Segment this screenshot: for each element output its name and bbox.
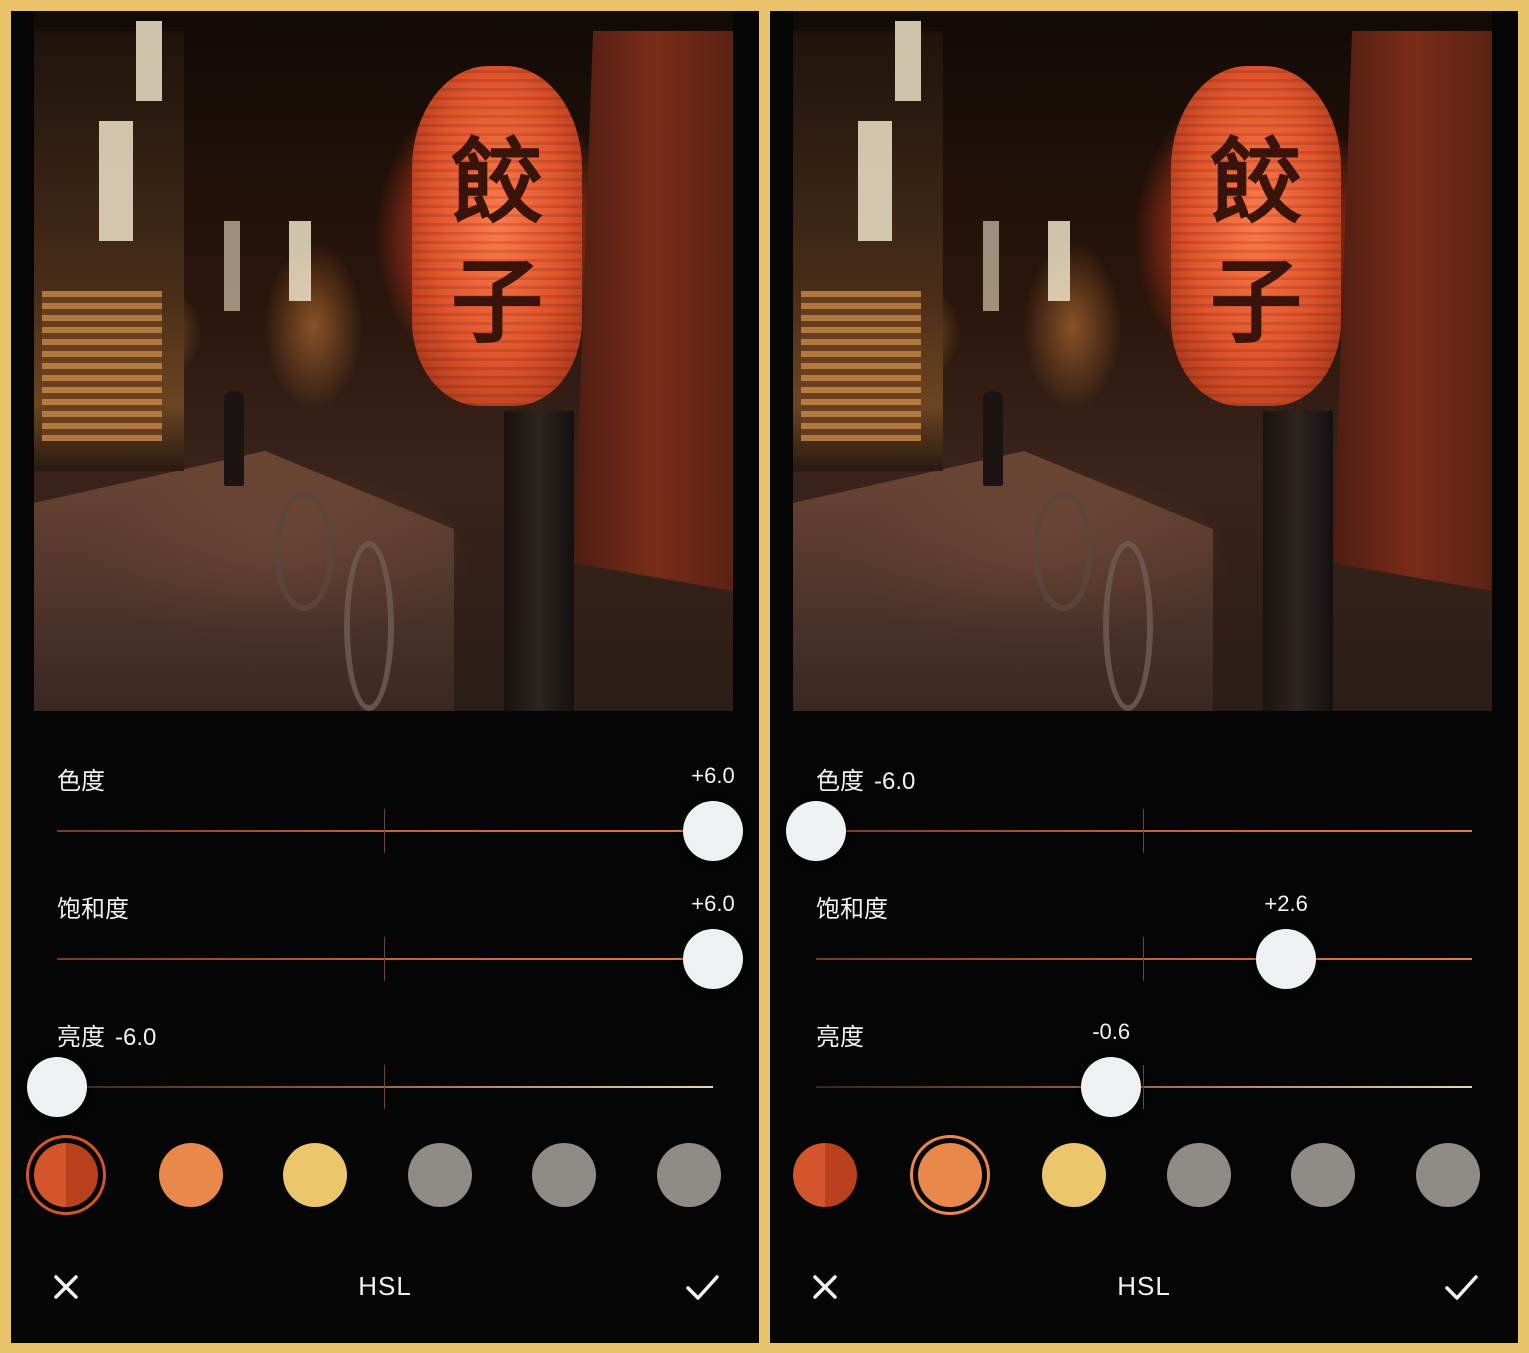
color-swatch-gray-3[interactable] — [656, 1143, 721, 1207]
saturation-track-line — [57, 958, 713, 960]
hue-slider-track[interactable] — [816, 830, 1472, 832]
lightness-label-text: 亮度 — [57, 1024, 105, 1051]
color-swatch-gray-1[interactable] — [407, 1143, 472, 1207]
color-swatch-gray-1[interactable] — [1166, 1143, 1231, 1207]
lightness-value: -6.0 — [115, 1024, 157, 1051]
editor-panel-right: 餃 子 色度 -6.0 饱和度 +2.6 亮度 -0.6 HSL — [770, 11, 1518, 1343]
photo-bicycle — [274, 491, 334, 611]
hue-label: 色度 -6.0 — [816, 761, 915, 796]
photo-person — [983, 391, 1003, 486]
photo-sign — [224, 221, 240, 311]
photo-bicycle — [1033, 491, 1093, 611]
photo-lantern: 餃 子 — [1171, 66, 1341, 406]
hue-value: +6.0 — [691, 763, 735, 788]
photo-preview: 餃 子 — [34, 11, 733, 711]
hue-track-line — [816, 830, 1472, 832]
lightness-label: 亮度 -6.0 — [57, 1017, 156, 1052]
hue-slider-track[interactable] — [57, 830, 713, 832]
photo-sign — [99, 121, 133, 241]
lightness-center-tick — [1143, 1065, 1144, 1109]
lightness-slider-track[interactable] — [57, 1086, 713, 1088]
saturation-value: +6.0 — [691, 891, 735, 916]
screen-title: HSL — [358, 1271, 412, 1301]
saturation-label: 饱和度 — [57, 889, 129, 924]
color-swatch-yellow[interactable] — [283, 1143, 347, 1207]
color-swatch-orange[interactable] — [909, 1135, 990, 1215]
photo-street — [793, 451, 1213, 711]
saturation-center-tick — [1143, 937, 1144, 981]
lantern-char: 子 — [450, 248, 543, 356]
hue-track-line — [57, 830, 713, 832]
editor-panel-left: 餃 子 色度 +6.0 饱和度 +6.0 亮度 -6.0 HSL — [11, 11, 759, 1343]
color-swatch-orange[interactable] — [158, 1143, 223, 1207]
lightness-label: 亮度 — [816, 1017, 864, 1052]
color-swatch-gray-2[interactable] — [1291, 1143, 1355, 1207]
color-swatch-red[interactable] — [793, 1143, 857, 1207]
color-swatch-gray-3[interactable] — [1415, 1143, 1480, 1207]
saturation-label-text: 饱和度 — [816, 896, 888, 923]
check-icon[interactable] — [680, 1265, 724, 1309]
saturation-label: 饱和度 — [816, 889, 888, 924]
lightness-slider-thumb[interactable] — [1081, 1057, 1142, 1117]
photo-sign — [1048, 221, 1070, 301]
color-swatch-red[interactable] — [26, 1135, 106, 1215]
photo-sign — [983, 221, 999, 311]
photo-street — [34, 451, 454, 711]
color-swatch-yellow[interactable] — [1042, 1143, 1106, 1207]
lightness-slider-thumb[interactable] — [27, 1057, 87, 1117]
lightness-label-text: 亮度 — [816, 1024, 864, 1051]
saturation-slider-thumb[interactable] — [1256, 929, 1317, 989]
lantern-char: 餃 — [450, 128, 543, 236]
photo-pole — [504, 411, 574, 711]
lantern-char: 子 — [1209, 248, 1302, 356]
lightness-track-line — [816, 1086, 1472, 1088]
hue-label: 色度 — [57, 761, 105, 796]
hue-label-text: 色度 — [816, 768, 864, 795]
photo-bicycle — [1103, 541, 1153, 711]
hue-slider-thumb[interactable] — [786, 801, 846, 861]
photo-pole — [1263, 411, 1333, 711]
saturation-track-line — [816, 958, 1472, 960]
photo-banner — [1333, 31, 1492, 591]
photo-preview: 餃 子 — [793, 11, 1492, 711]
photo-banner — [574, 31, 733, 591]
lightness-track-line — [57, 1086, 713, 1088]
lightness-slider-track[interactable] — [816, 1086, 1472, 1088]
lantern-char: 餃 — [1209, 128, 1302, 236]
color-swatch-gray-2[interactable] — [532, 1143, 596, 1207]
hue-label-text: 色度 — [57, 768, 105, 795]
lightness-center-tick — [384, 1065, 385, 1109]
hue-center-tick — [384, 809, 385, 853]
photo-sign — [136, 21, 162, 101]
photo-sign — [289, 221, 311, 301]
saturation-slider-track[interactable] — [57, 958, 713, 960]
saturation-slider-track[interactable] — [816, 958, 1472, 960]
photo-bicycle — [344, 541, 394, 711]
screen-title: HSL — [1117, 1271, 1171, 1301]
hue-slider-thumb[interactable] — [683, 801, 743, 861]
photo-sign — [895, 21, 921, 101]
photo-lantern: 餃 子 — [412, 66, 582, 406]
photo-sign — [858, 121, 892, 241]
hue-value: -6.0 — [874, 768, 916, 795]
check-icon[interactable] — [1439, 1265, 1483, 1309]
photo-person — [224, 391, 244, 486]
saturation-label-text: 饱和度 — [57, 896, 129, 923]
saturation-value: +2.6 — [1264, 891, 1308, 916]
saturation-center-tick — [384, 937, 385, 981]
saturation-slider-thumb[interactable] — [683, 929, 743, 989]
lightness-value: -0.6 — [1092, 1019, 1131, 1044]
hue-center-tick — [1143, 809, 1144, 853]
